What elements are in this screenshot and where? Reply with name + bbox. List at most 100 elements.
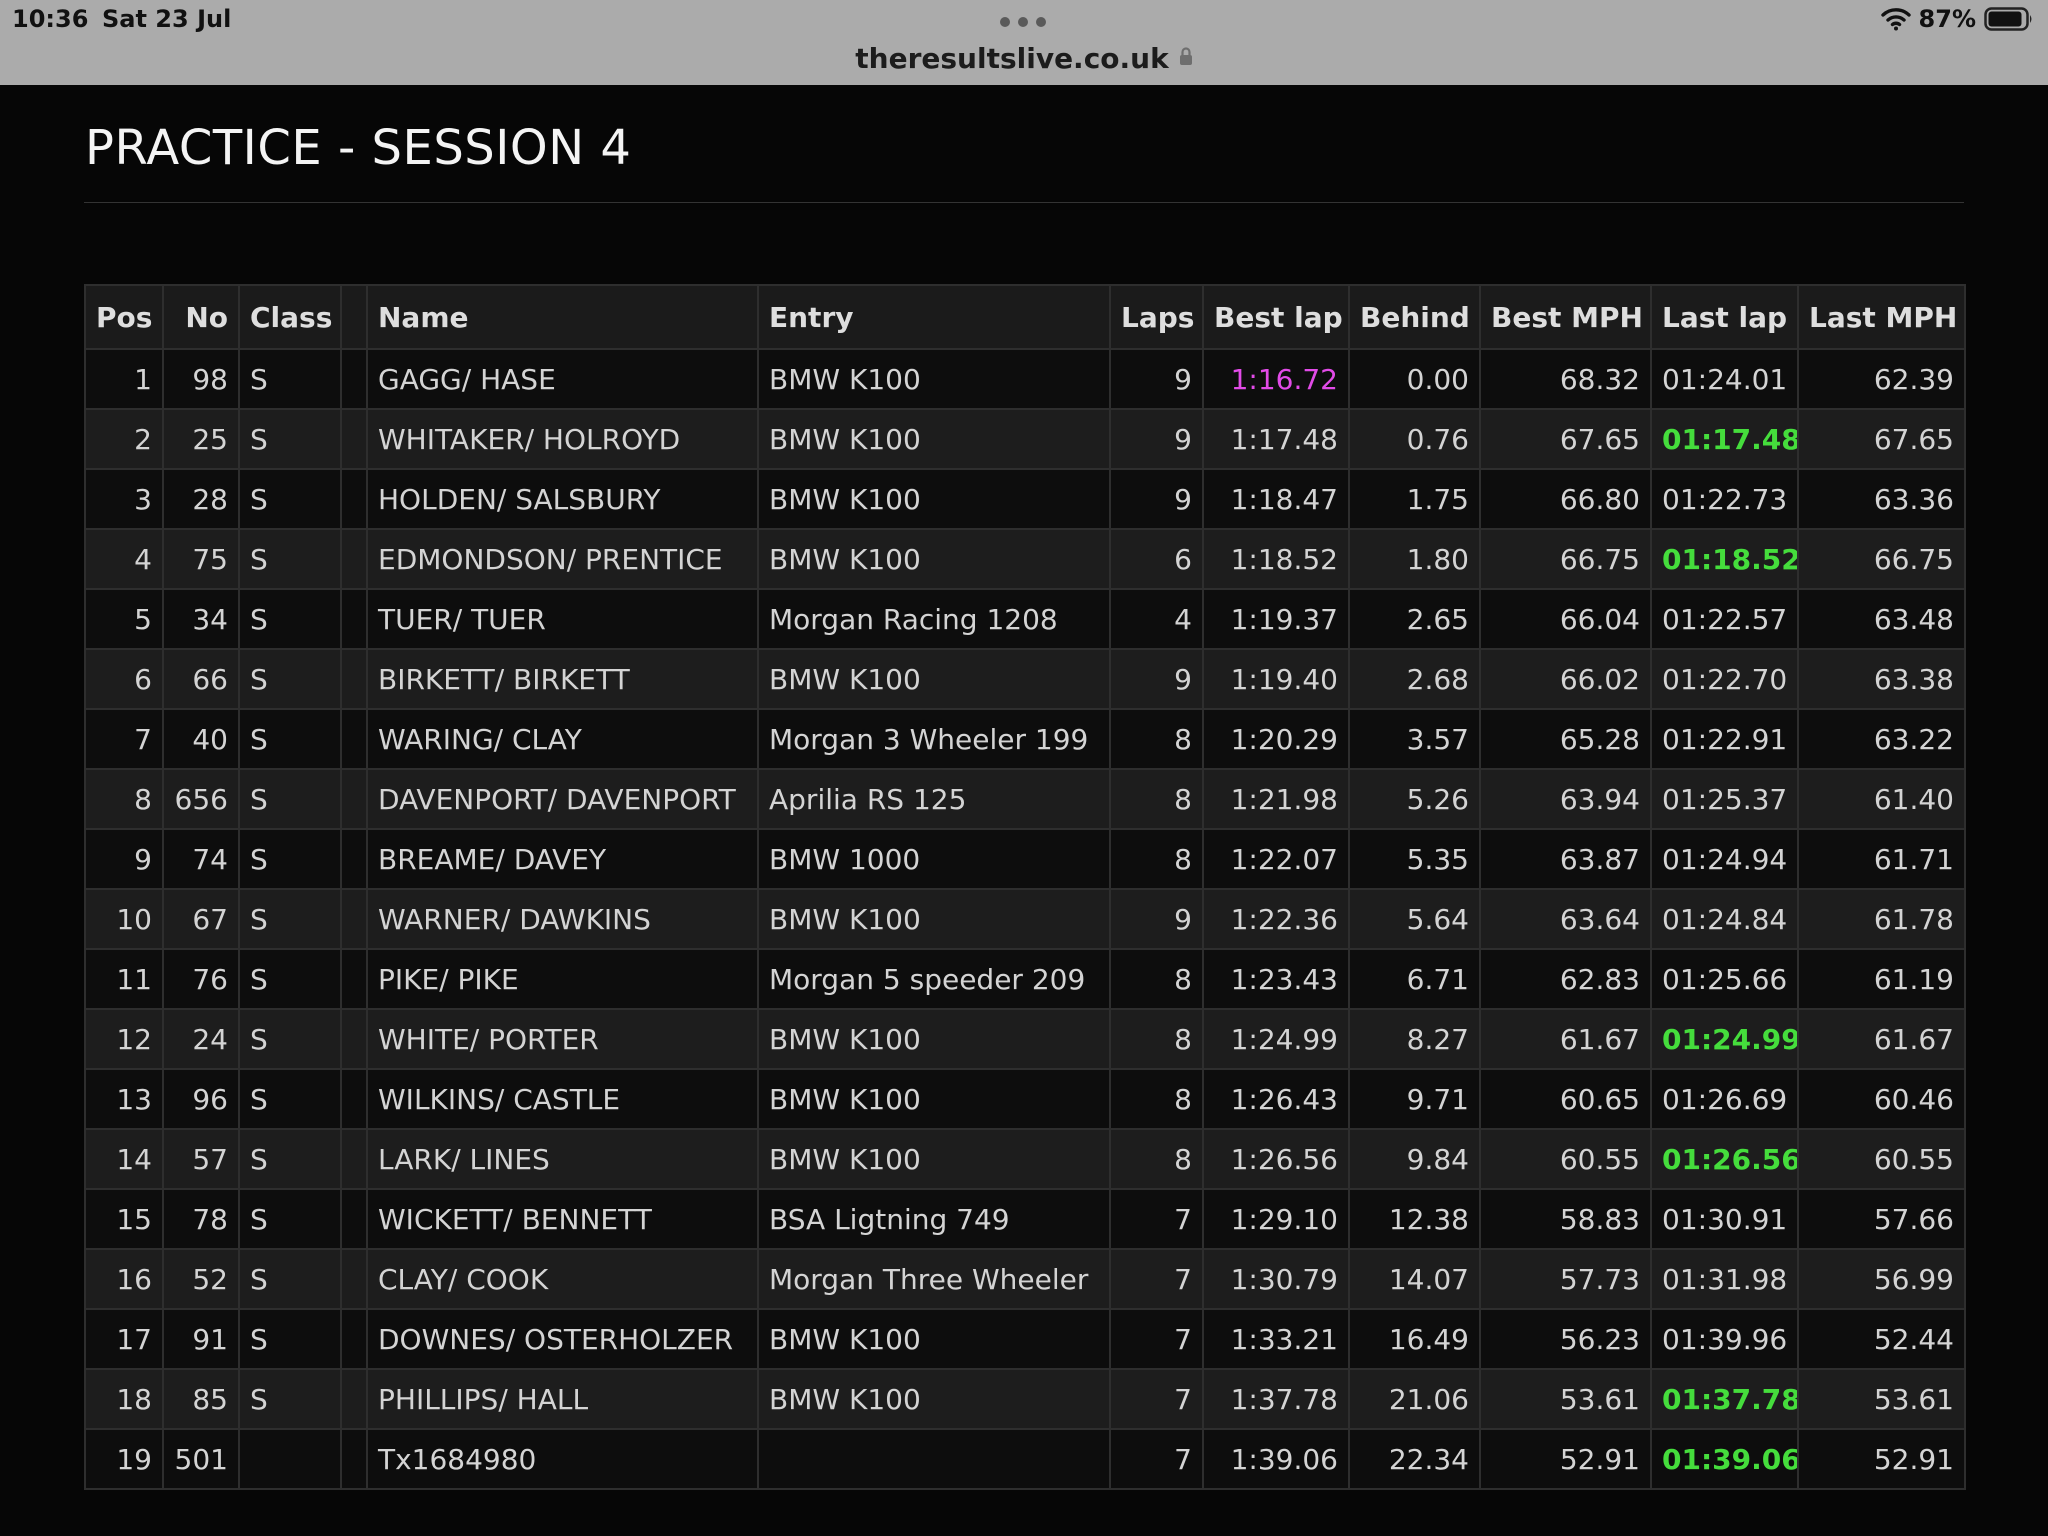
cell-last-mph: 56.99 [1797, 1248, 1966, 1310]
cell-pos: 11 [84, 948, 164, 1010]
cell-blank [340, 888, 368, 950]
col-header-last-lap[interactable]: Last lap [1650, 284, 1799, 350]
cell-laps: 9 [1109, 468, 1204, 530]
cell-last-mph: 61.78 [1797, 888, 1966, 950]
cell-laps: 8 [1109, 1128, 1204, 1190]
cell-class [238, 1428, 342, 1490]
cell-best-lap: 1:16.72 [1202, 348, 1350, 410]
cell-entry: BMW K100 [757, 348, 1111, 410]
cell-behind: 5.35 [1348, 828, 1481, 890]
cell-last-mph: 60.55 [1797, 1128, 1966, 1190]
cell-class: S [238, 648, 342, 710]
cell-behind: 16.49 [1348, 1308, 1481, 1370]
col-header-laps[interactable]: Laps [1109, 284, 1204, 350]
cell-last-mph: 61.71 [1797, 828, 1966, 890]
cell-entry: Morgan 5 speeder 209 [757, 948, 1111, 1010]
cell-class: S [238, 828, 342, 890]
cell-laps: 8 [1109, 1068, 1204, 1130]
cell-last-mph: 67.65 [1797, 408, 1966, 470]
cell-best-mph: 56.23 [1479, 1308, 1652, 1370]
cell-last-lap: 01:22.57 [1650, 588, 1799, 650]
table-row: 15 78 S WICKETT/ BENNETT BSA Ligtning 749 7 1:… [84, 1188, 1966, 1250]
table-header-row: Pos No Class Name Entry Laps Best lap Be… [84, 284, 1966, 350]
cell-last-mph: 63.48 [1797, 588, 1966, 650]
cell-entry: BMW 1000 [757, 828, 1111, 890]
cell-last-lap: 01:22.91 [1650, 708, 1799, 770]
wifi-icon [1880, 7, 1911, 31]
cell-best-lap: 1:18.52 [1202, 528, 1350, 590]
cell-class: S [238, 948, 342, 1010]
cell-blank [340, 948, 368, 1010]
col-header-entry[interactable]: Entry [757, 284, 1111, 350]
cell-behind: 3.57 [1348, 708, 1481, 770]
cell-last-mph: 66.75 [1797, 528, 1966, 590]
col-header-last-mph[interactable]: Last MPH [1797, 284, 1966, 350]
col-header-best-lap[interactable]: Best lap [1202, 284, 1350, 350]
cell-behind: 8.27 [1348, 1008, 1481, 1070]
cell-last-mph: 57.66 [1797, 1188, 1966, 1250]
cell-name: BREAME/ DAVEY [366, 828, 759, 890]
results-table: Pos No Class Name Entry Laps Best lap Be… [84, 284, 1966, 1490]
cell-entry [757, 1428, 1111, 1490]
cell-best-mph: 63.94 [1479, 768, 1652, 830]
table-row: 9 74 S BREAME/ DAVEY BMW 1000 8 1:22.07 5.35 63.… [84, 828, 1966, 890]
cell-best-lap: 1:22.07 [1202, 828, 1350, 890]
cell-behind: 12.38 [1348, 1188, 1481, 1250]
cell-best-mph: 66.80 [1479, 468, 1652, 530]
cell-class: S [238, 468, 342, 530]
col-header-best-mph[interactable]: Best MPH [1479, 284, 1652, 350]
cell-behind: 1.75 [1348, 468, 1481, 530]
col-header-blank [340, 284, 368, 350]
table-row: 3 28 S HOLDEN/ SALSBURY BMW K100 9 1:18.47 1.75… [84, 468, 1966, 530]
browser-top-bar: 10:36 Sat 23 Jul 87% theresultslive.co.u… [0, 0, 2048, 85]
table-row: 16 52 S CLAY/ COOK Morgan Three Wheeler 7 1:30… [84, 1248, 1966, 1310]
cell-laps: 8 [1109, 768, 1204, 830]
cell-entry: BMW K100 [757, 468, 1111, 530]
cell-name: WHITE/ PORTER [366, 1008, 759, 1070]
cell-pos: 4 [84, 528, 164, 590]
more-dots-icon[interactable] [1000, 17, 1046, 29]
cell-entry: BMW K100 [757, 1068, 1111, 1130]
address-bar[interactable]: theresultslive.co.uk [0, 38, 2048, 78]
cell-pos: 9 [84, 828, 164, 890]
cell-no: 57 [162, 1128, 240, 1190]
page-title: PRACTICE - SESSION 4 [85, 120, 632, 177]
cell-no: 75 [162, 528, 240, 590]
cell-last-lap: 01:22.70 [1650, 648, 1799, 710]
cell-best-lap: 1:29.10 [1202, 1188, 1350, 1250]
cell-pos: 6 [84, 648, 164, 710]
cell-last-lap: 01:17.48 [1650, 408, 1799, 470]
cell-name: WHITAKER/ HOLROYD [366, 408, 759, 470]
cell-entry: BMW K100 [757, 1008, 1111, 1070]
col-header-pos[interactable]: Pos [84, 284, 164, 350]
table-row: 5 34 S TUER/ TUER Morgan Racing 1208 4 1:19.37… [84, 588, 1966, 650]
cell-class: S [238, 1188, 342, 1250]
cell-best-mph: 57.73 [1479, 1248, 1652, 1310]
cell-last-mph: 61.40 [1797, 768, 1966, 830]
cell-last-lap: 01:39.96 [1650, 1308, 1799, 1370]
cell-last-lap: 01:39.06 [1650, 1428, 1799, 1490]
cell-no: 28 [162, 468, 240, 530]
col-header-name[interactable]: Name [366, 284, 759, 350]
cell-entry: Morgan Three Wheeler [757, 1248, 1111, 1310]
cell-name: DOWNES/ OSTERHOLZER [366, 1308, 759, 1370]
cell-best-lap: 1:21.98 [1202, 768, 1350, 830]
cell-blank [340, 768, 368, 830]
cell-blank [340, 1248, 368, 1310]
cell-best-lap: 1:33.21 [1202, 1308, 1350, 1370]
table-row: 4 75 S EDMONDSON/ PRENTICE BMW K100 6 1:18.52 1… [84, 528, 1966, 590]
col-header-class[interactable]: Class [238, 284, 342, 350]
col-header-no[interactable]: No [162, 284, 240, 350]
cell-class: S [238, 1068, 342, 1130]
table-row: 10 67 S WARNER/ DAWKINS BMW K100 9 1:22.36 5.64… [84, 888, 1966, 950]
cell-last-lap: 01:18.52 [1650, 528, 1799, 590]
table-row: 8 656 S DAVENPORT/ DAVENPORT Aprilia RS 125 8… [84, 768, 1966, 830]
cell-no: 40 [162, 708, 240, 770]
col-header-behind[interactable]: Behind [1348, 284, 1481, 350]
cell-class: S [238, 1008, 342, 1070]
url-text[interactable]: theresultslive.co.uk [855, 42, 1168, 75]
cell-best-lap: 1:24.99 [1202, 1008, 1350, 1070]
cell-behind: 6.71 [1348, 948, 1481, 1010]
cell-name: WICKETT/ BENNETT [366, 1188, 759, 1250]
cell-entry: BMW K100 [757, 1308, 1111, 1370]
